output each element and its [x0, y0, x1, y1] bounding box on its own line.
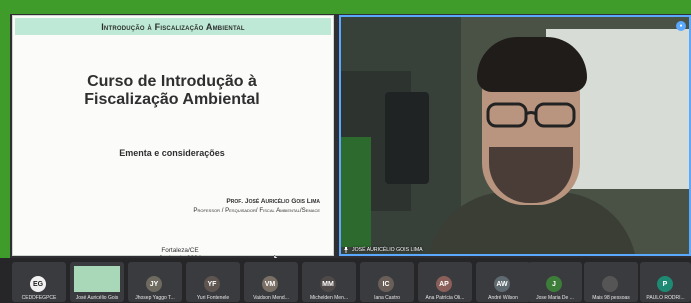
- glasses-icon: [486, 102, 576, 128]
- pin-icon: [344, 247, 348, 253]
- avatar: P: [657, 276, 673, 292]
- participant-tile[interactable]: J Jose Maria De ...: [528, 262, 582, 302]
- background-plant: [341, 137, 371, 247]
- course-title: Curso de Introdução à Fiscalização Ambie…: [62, 73, 282, 109]
- participant-name: Michelden Men...: [309, 295, 349, 301]
- professor-name: Prof. José Auricélio Gois Lima: [226, 198, 320, 205]
- presenter-video[interactable]: ● JOSÉ AURICÉLIO GOIS LIMA: [339, 15, 691, 256]
- meeting-stage: Introdução à Fiscalização Ambiental Curs…: [0, 0, 691, 303]
- participants-strip: EG CEDDFEGPCE José Auricélio Gois JY Jho…: [0, 258, 691, 303]
- participant-tile[interactable]: JY Jhosep Yaggo T...: [128, 262, 182, 302]
- avatar: J: [546, 276, 562, 292]
- meeting-frame-left: [0, 0, 10, 258]
- participant-tile[interactable]: AW André Wilson: [476, 262, 530, 302]
- participant-tile[interactable]: VM Vaidson Mend...: [244, 262, 298, 302]
- participant-name: André Wilson: [488, 295, 518, 301]
- participant-tile[interactable]: AP Ana Patrícia Oli...: [418, 262, 472, 302]
- participant-tile[interactable]: EG CEDDFEGPCE: [12, 262, 66, 302]
- participant-name: Jhosep Yaggo T...: [135, 295, 175, 301]
- participant-name: Iana Castro: [374, 295, 400, 301]
- avatar: AW: [494, 276, 510, 292]
- avatar: MM: [320, 276, 336, 292]
- participant-name: Yuri Fontenele: [196, 295, 230, 301]
- participant-tile[interactable]: IC Iana Castro: [360, 262, 414, 302]
- presenter-name-bar: JOSÉ AURICÉLIO GOIS LIMA: [343, 244, 423, 254]
- participant-tile[interactable]: José Auricélio Gois: [70, 262, 124, 302]
- participant-name: Jose Maria De ...: [536, 295, 574, 301]
- avatar: EG: [30, 276, 46, 292]
- more-avatars-icon: [602, 276, 618, 292]
- participant-name: José Auricélio Gois: [75, 295, 119, 301]
- avatar: JY: [146, 276, 162, 292]
- presenter-name: JOSÉ AURICÉLIO GOIS LIMA: [352, 247, 423, 253]
- presenter-hair: [477, 37, 587, 92]
- professor-role: Professor / Pesquisador/ Fiscal Ambienta…: [193, 207, 320, 214]
- avatar: IC: [378, 276, 394, 292]
- slide-subtitle: Ementa e considerações: [119, 148, 225, 158]
- participant-thumbnail: [74, 266, 120, 292]
- avatar: VM: [262, 276, 278, 292]
- shared-slide: Introdução à Fiscalização Ambiental Curs…: [12, 15, 334, 263]
- speaking-indicator-icon: ●: [676, 21, 686, 31]
- participant-name: Vaidson Mend...: [253, 295, 289, 301]
- course-title-line2: Fiscalização Ambiental: [84, 91, 260, 108]
- slide-header-text: Introdução à Fiscalização Ambiental: [101, 21, 245, 32]
- participant-name: CEDDFEGPCE: [21, 295, 57, 301]
- more-participants-label: Mais 98 pessoas: [592, 295, 630, 301]
- course-title-line1: Curso de Introdução à: [87, 73, 257, 90]
- slide-place: Fortaleza/CE: [161, 247, 199, 254]
- avatar: YF: [204, 276, 220, 292]
- participant-tile[interactable]: P PAULO RODRI...: [640, 262, 691, 302]
- slide-header: Introdução à Fiscalização Ambiental: [15, 18, 331, 35]
- avatar: AP: [436, 276, 452, 292]
- more-participants-tile[interactable]: Mais 98 pessoas: [584, 262, 638, 302]
- participant-tile[interactable]: YF Yuri Fontenele: [186, 262, 240, 302]
- participant-name: Ana Patrícia Oli...: [425, 295, 465, 301]
- participant-name: PAULO RODRI...: [646, 295, 685, 301]
- participant-tile[interactable]: MM Michelden Men...: [302, 262, 356, 302]
- meeting-frame-top: [0, 0, 691, 14]
- speaker-object: [385, 92, 429, 184]
